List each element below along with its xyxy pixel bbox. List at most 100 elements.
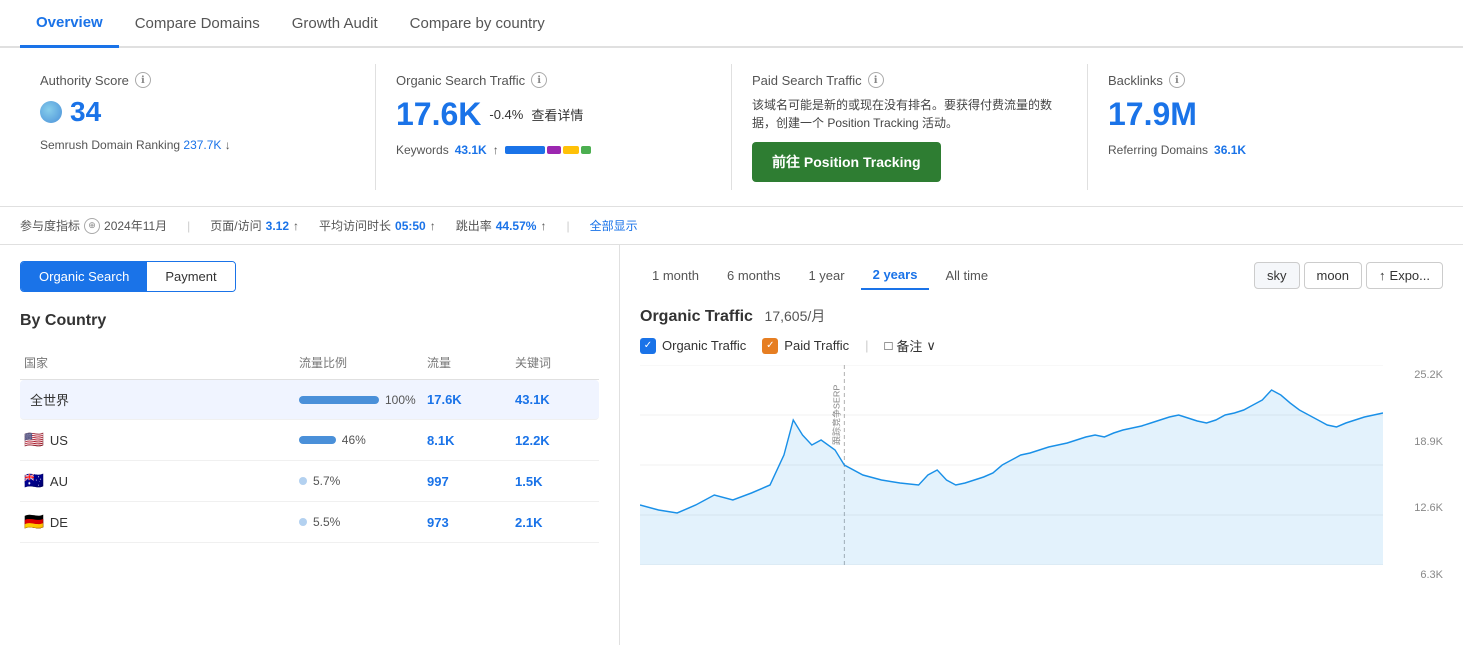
col-country: 国家	[24, 354, 291, 371]
backlinks-card: Backlinks ℹ 17.9M Referring Domains 36.1…	[1088, 64, 1443, 190]
authority-score-label: Authority Score	[40, 73, 129, 88]
col-traffic-ratio: 流量比例	[299, 354, 419, 371]
country-name: 🇺🇸 US	[24, 430, 291, 450]
paid-search-info-icon[interactable]: ℹ	[868, 72, 884, 88]
time-1month[interactable]: 1 month	[640, 262, 711, 289]
notes-icon: □	[884, 338, 892, 353]
traffic-value: 17.6K	[427, 392, 507, 407]
traffic-bar-wrap: 5.5%	[299, 515, 419, 529]
notes-button[interactable]: □ 备注 ∨	[884, 336, 935, 355]
bounce-rate-value: 44.57%	[496, 219, 537, 233]
traffic-bar	[299, 436, 336, 444]
organic-search-value: 17.6K	[396, 96, 481, 133]
tab-group: Organic Search Payment	[20, 261, 236, 292]
keywords-count: 2.1K	[515, 515, 595, 530]
time-6months[interactable]: 6 months	[715, 262, 792, 289]
view-buttons: sky moon ↑ Expo...	[1254, 262, 1443, 289]
pages-per-visit-label: 页面/访问	[210, 217, 261, 234]
engagement-bar: 参与度指标 ⊕ 2024年11月 | 页面/访问 3.12 ↑ 平均访问时长 0…	[0, 207, 1463, 245]
engagement-label: 参与度指标	[20, 217, 80, 234]
engagement-globe-icon[interactable]: ⊕	[84, 218, 100, 234]
bounce-rate-item: 跳出率 44.57% ↑	[456, 217, 547, 234]
top-nav: Overview Compare Domains Growth Audit Co…	[0, 0, 1463, 48]
export-button[interactable]: ↑ Expo...	[1366, 262, 1443, 289]
legend-divider: |	[865, 338, 868, 353]
nav-compare-domains[interactable]: Compare Domains	[119, 1, 276, 46]
view-moon[interactable]: moon	[1304, 262, 1363, 289]
paid-legend-label: Paid Traffic	[784, 338, 849, 353]
y-label-bottom: 6.3K	[1420, 569, 1443, 581]
country-row: 🇺🇸 US 46% 8.1K 12.2K	[20, 420, 599, 461]
col-traffic: 流量	[427, 354, 507, 371]
organic-search-card: Organic Search Traffic ℹ 17.6K -0.4% 查看详…	[376, 64, 732, 190]
traffic-bar	[299, 396, 379, 404]
organic-search-details-link[interactable]: 查看详情	[531, 105, 583, 124]
svg-text:跟踪竞争SERP: 跟踪竞争SERP	[831, 384, 842, 445]
tab-organic-search[interactable]: Organic Search	[21, 262, 147, 291]
authority-score-value: 34	[70, 96, 101, 128]
chart-y-labels: 25.2K 18.9K 12.6K 6.3K	[1393, 365, 1443, 585]
time-1year[interactable]: 1 year	[796, 262, 856, 289]
y-label-3: 12.6K	[1414, 502, 1443, 514]
engagement-label-item: 参与度指标 ⊕ 2024年11月	[20, 217, 167, 234]
position-tracking-button[interactable]: 前往 Position Tracking	[752, 142, 941, 182]
country-table: 全世界 100% 17.6K 43.1K 🇺🇸 US 46% 8.1K 12.2…	[20, 380, 599, 543]
authority-score-icon	[40, 101, 62, 123]
time-controls: 1 month 6 months 1 year 2 years All time…	[640, 261, 1443, 290]
metrics-row: Authority Score ℹ 34 Semrush Domain Rank…	[0, 48, 1463, 207]
traffic-value: 8.1K	[427, 433, 507, 448]
col-keywords: 关键词	[515, 354, 595, 371]
organic-search-info-icon[interactable]: ℹ	[531, 72, 547, 88]
traffic-pct: 46%	[342, 433, 366, 447]
keywords-value: 43.1K	[455, 143, 487, 157]
chart-subtitle: 17,605/月	[765, 308, 826, 324]
pages-per-visit-item: 页面/访问 3.12 ↑	[210, 217, 299, 234]
flag-icon: 🇦🇺	[24, 471, 44, 491]
nav-growth-audit[interactable]: Growth Audit	[276, 1, 394, 46]
traffic-bar	[299, 518, 307, 526]
paid-checkbox[interactable]: ✓	[762, 338, 778, 354]
referring-domains-value: 36.1K	[1214, 143, 1246, 157]
organic-traffic-chart: 25.2K 18.9K 12.6K 6.3K 跟踪竞争SERP	[640, 365, 1443, 585]
y-label-top: 25.2K	[1414, 369, 1443, 381]
backlinks-value: 17.9M	[1108, 96, 1197, 132]
time-all[interactable]: All time	[933, 262, 1000, 289]
flag-icon: 🇩🇪	[24, 512, 44, 532]
tab-payment[interactable]: Payment	[147, 262, 234, 291]
country-row: 🇩🇪 DE 5.5% 973 2.1K	[20, 502, 599, 543]
paid-search-message: 该域名可能是新的或现在没有排名。要获得付费流量的数据，创建一个 Position…	[752, 96, 1067, 132]
show-all-link[interactable]: 全部显示	[590, 217, 638, 234]
country-name: 🇦🇺 AU	[24, 471, 291, 491]
traffic-pct: 100%	[385, 393, 416, 407]
pages-per-visit-value: 3.12	[266, 219, 289, 233]
keywords-count: 12.2K	[515, 433, 595, 448]
avg-visit-label: 平均访问时长	[319, 217, 391, 234]
legend-paid[interactable]: ✓ Paid Traffic	[762, 338, 849, 354]
traffic-value: 997	[427, 474, 507, 489]
view-sky[interactable]: sky	[1254, 262, 1300, 289]
backlinks-label: Backlinks	[1108, 73, 1163, 88]
keywords-count: 43.1K	[515, 392, 595, 407]
country-row: 🇦🇺 AU 5.7% 997 1.5K	[20, 461, 599, 502]
notes-chevron-icon: ∨	[926, 338, 936, 354]
authority-score-info-icon[interactable]: ℹ	[135, 72, 151, 88]
chart-title-row: Organic Traffic 17,605/月	[640, 306, 1443, 326]
time-2years[interactable]: 2 years	[861, 261, 930, 290]
organic-search-change: -0.4%	[489, 107, 523, 122]
y-label-2: 18.9K	[1414, 436, 1443, 448]
country-row: 全世界 100% 17.6K 43.1K	[20, 380, 599, 420]
domain-ranking: Semrush Domain Ranking 237.7K ↓	[40, 138, 355, 152]
organic-checkbox[interactable]: ✓	[640, 338, 656, 354]
main-content: Organic Search Payment By Country 国家 流量比…	[0, 245, 1463, 645]
flag-icon: 🇺🇸	[24, 430, 44, 450]
organic-legend-label: Organic Traffic	[662, 338, 746, 353]
nav-overview[interactable]: Overview	[20, 0, 119, 48]
chart-svg-container: 跟踪竞争SERP	[640, 365, 1383, 565]
chart-title: Organic Traffic	[640, 308, 753, 325]
paid-search-card: Paid Search Traffic ℹ 该域名可能是新的或现在没有排名。要获…	[732, 64, 1088, 190]
notes-label: 备注	[896, 336, 922, 355]
country-name: 🇩🇪 DE	[24, 512, 291, 532]
nav-compare-country[interactable]: Compare by country	[394, 1, 561, 46]
legend-organic[interactable]: ✓ Organic Traffic	[640, 338, 746, 354]
backlinks-info-icon[interactable]: ℹ	[1169, 72, 1185, 88]
